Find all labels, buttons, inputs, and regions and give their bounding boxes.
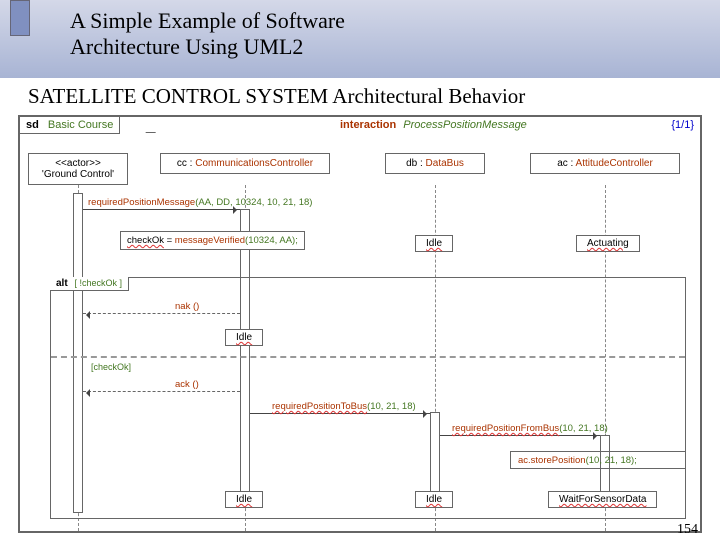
msg-reqpos: requiredPositionMessage(AA, DD, 10324, 1… xyxy=(88,197,312,208)
title-line1: A Simple Example of Software xyxy=(70,8,345,33)
ac-obj: ac : xyxy=(557,158,575,169)
actor-stereotype: <<actor>> xyxy=(31,158,125,169)
state-cc-idle-2: Idle xyxy=(225,491,263,508)
db-class: DataBus xyxy=(426,158,464,169)
state-ac-actuating: Actuating xyxy=(576,235,640,252)
arrow-reqpos xyxy=(83,209,240,210)
frame-kind: sd xyxy=(26,119,39,131)
verify-var: checkOk xyxy=(127,235,164,246)
msg-tobus-name: requiredPositionToBus xyxy=(272,401,367,412)
sequence-diagram: sd Basic Course interaction ProcessPosit… xyxy=(18,115,702,533)
msg-nak: nak () xyxy=(175,301,199,312)
msg-ack: ack () xyxy=(175,379,199,390)
title-tab-shape xyxy=(10,0,30,36)
action-verify: checkOk = messageVerified(10324, AA); xyxy=(120,231,305,250)
msg-reqpos-name: requiredPositionMessage xyxy=(88,197,195,208)
slide-page-number: 154 xyxy=(677,522,698,538)
msg-reqpos-params: (AA, DD, 10324, 10, 21, 18) xyxy=(195,197,312,208)
state-db-idle-initial: Idle xyxy=(415,235,453,252)
lifeline-cc: cc : CommunicationsController xyxy=(160,153,330,174)
alt-guard1: [ !checkOk ] xyxy=(74,278,122,288)
arrow-tobus xyxy=(250,413,430,414)
arrow-ack xyxy=(83,391,240,392)
interaction-label: interaction ProcessPositionMessage xyxy=(340,119,527,131)
frame-name: Basic Course xyxy=(48,119,113,131)
msg-tobus: requiredPositionToBus(10, 21, 18) xyxy=(272,401,416,412)
msg-frombus: requiredPositionFromBus(10, 21, 18) xyxy=(452,423,608,434)
slide-title: A Simple Example of Software Architectur… xyxy=(40,4,712,61)
lifeline-ground-control: <<actor>> 'Ground Control' xyxy=(28,153,128,185)
interaction-keyword: interaction xyxy=(340,119,396,131)
verify-fn: messageVerified xyxy=(175,235,245,246)
cc-obj: cc : xyxy=(177,158,195,169)
frame-tab-notch xyxy=(145,117,164,133)
msg-frombus-name: requiredPositionFromBus xyxy=(452,423,559,434)
cc-class: CommunicationsController xyxy=(195,158,313,169)
title-line2: Architecture Using UML2 xyxy=(70,34,303,59)
interaction-name: ProcessPositionMessage xyxy=(403,119,527,131)
state-ac-waitsensor: WaitForSensorData xyxy=(548,491,657,508)
slide-subtitle: SATELLITE CONTROL SYSTEM Architectural B… xyxy=(0,78,720,113)
state-db-idle-2: Idle xyxy=(415,491,453,508)
ac-class: AttitudeController xyxy=(576,158,653,169)
alt-keyword: alt xyxy=(56,278,68,289)
alt-label: alt [ !checkOk ] xyxy=(50,277,129,291)
page-counter: {1/1} xyxy=(671,119,694,131)
db-obj: db : xyxy=(406,158,425,169)
state-cc-idle-1: Idle xyxy=(225,329,263,346)
action-store-box xyxy=(510,451,686,469)
msg-tobus-params: (10, 21, 18) xyxy=(367,401,416,412)
slide-title-bar: A Simple Example of Software Architectur… xyxy=(0,0,720,78)
lifeline-ac: ac : AttitudeController xyxy=(530,153,680,174)
alt-guard2: [checkOk] xyxy=(91,362,131,372)
arrow-nak xyxy=(83,313,240,314)
verify-params: (10324, AA); xyxy=(245,235,298,246)
alt-separator xyxy=(51,356,685,358)
msg-frombus-params: (10, 21, 18) xyxy=(559,423,608,434)
actor-name: 'Ground Control' xyxy=(31,169,125,180)
lifeline-db: db : DataBus xyxy=(385,153,485,174)
frame-label: sd Basic Course xyxy=(20,117,120,134)
arrow-frombus xyxy=(440,435,600,436)
